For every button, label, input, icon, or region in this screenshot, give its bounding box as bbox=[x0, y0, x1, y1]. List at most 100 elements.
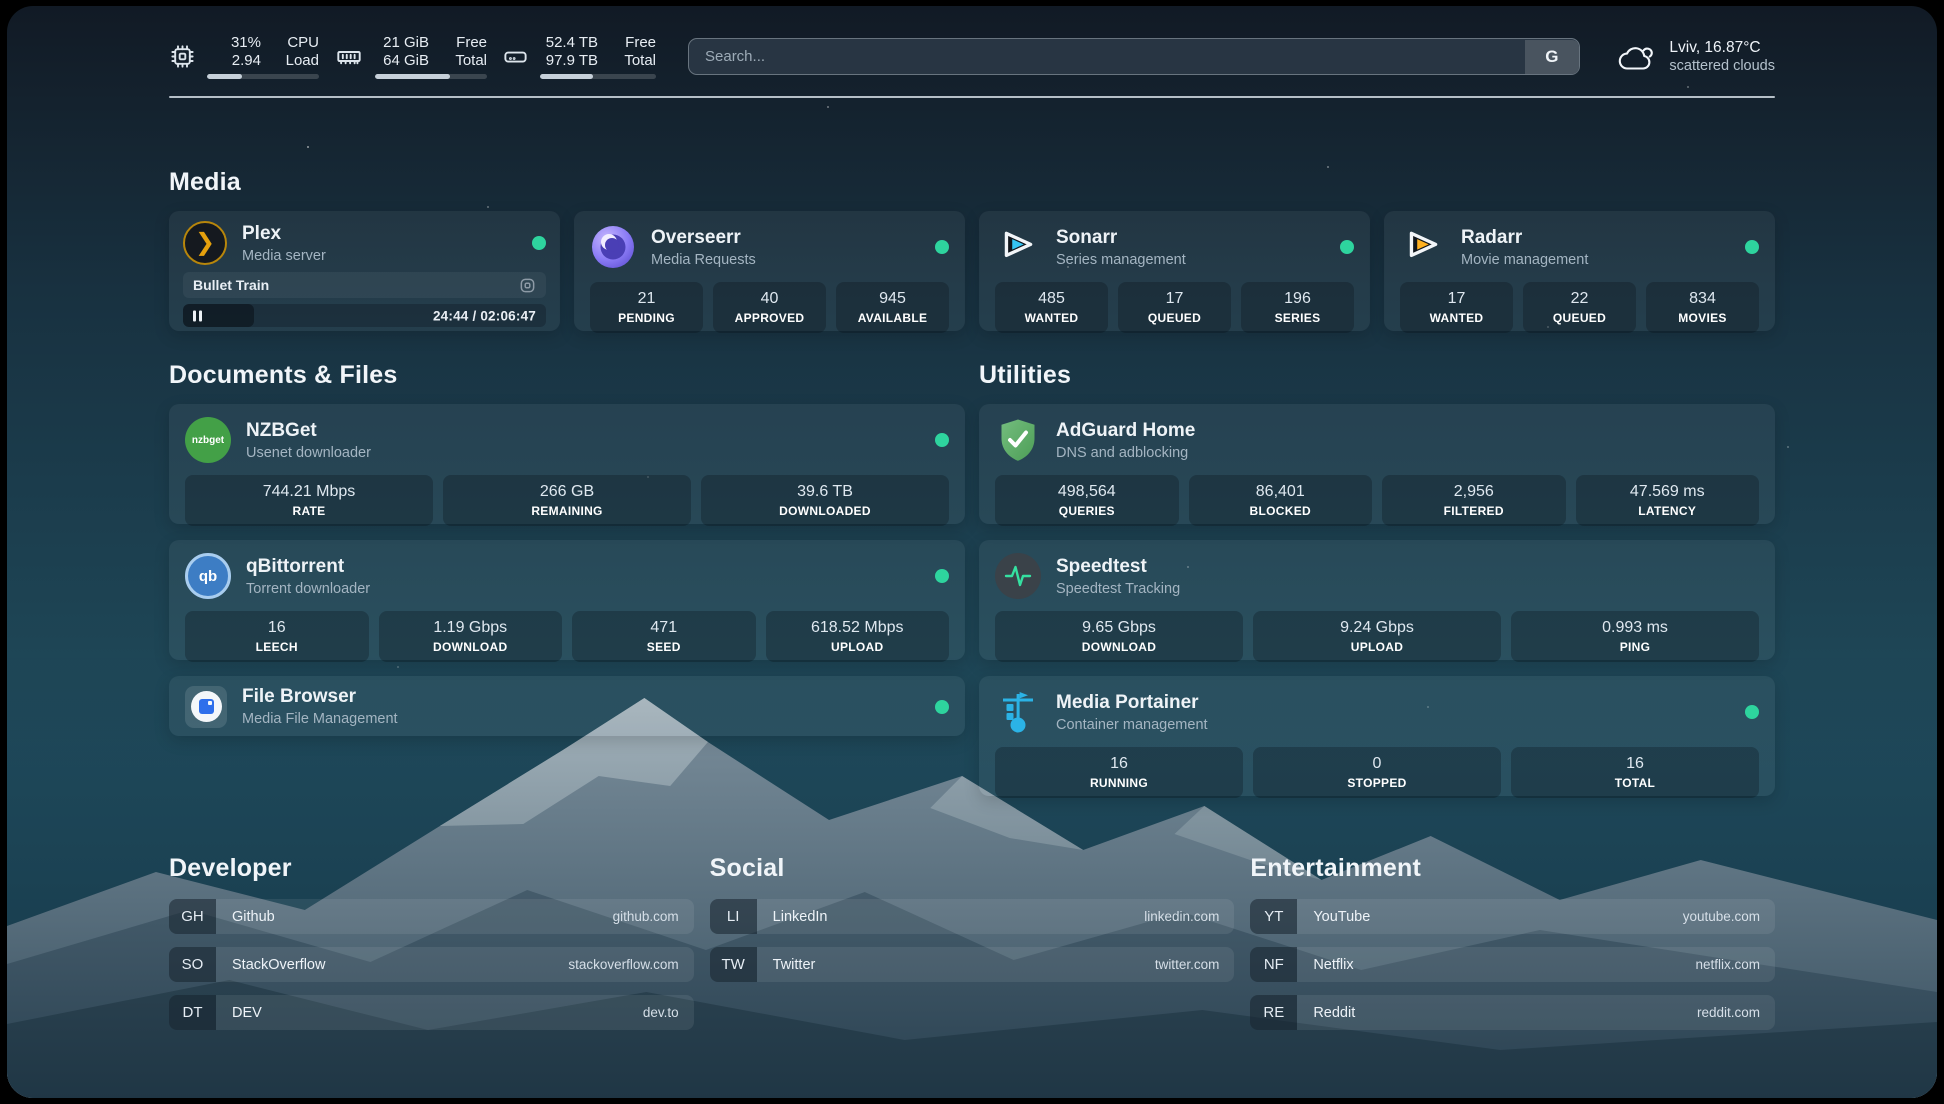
bookmark-url: dev.to bbox=[643, 1005, 679, 1020]
bookmark-url: stackoverflow.com bbox=[568, 957, 678, 972]
bookmark-abbr: YT bbox=[1250, 899, 1297, 934]
nzbget-icon: nzbget bbox=[185, 417, 231, 463]
bookmark-abbr: DT bbox=[169, 995, 216, 1030]
service-title: File Browser bbox=[242, 685, 398, 708]
bookmark-label: Github bbox=[232, 909, 275, 925]
stat-ping: 0.993 ms PING bbox=[1511, 611, 1759, 662]
bookmark-dev[interactable]: DT DEV dev.to bbox=[169, 995, 694, 1030]
section-title-social: Social bbox=[710, 854, 1235, 883]
stat-queries: 498,564 QUERIES bbox=[995, 475, 1179, 526]
service-subtitle: Series management bbox=[1056, 251, 1186, 269]
media-card-row: ❯ Plex Media server Bullet Train bbox=[169, 211, 1775, 331]
weather-widget[interactable]: Lviv, 16.87°C scattered clouds bbox=[1616, 38, 1775, 75]
bookmark-abbr: RE bbox=[1250, 995, 1297, 1030]
service-title: AdGuard Home bbox=[1056, 419, 1195, 442]
service-card-filebrowser[interactable]: File Browser Media File Management bbox=[169, 676, 965, 736]
bookmark-abbr: GH bbox=[169, 899, 216, 934]
now-playing-row: Bullet Train bbox=[183, 272, 546, 298]
pause-icon[interactable] bbox=[193, 310, 202, 321]
status-online-dot bbox=[1745, 705, 1759, 719]
status-online-dot bbox=[532, 236, 546, 250]
status-online-dot bbox=[935, 700, 949, 714]
stat-filtered: 2,956 FILTERED bbox=[1382, 475, 1566, 526]
stat-approved: 40 APPROVED bbox=[713, 282, 826, 333]
bookmark-abbr: LI bbox=[710, 899, 757, 934]
stat-rate: 744.21 Mbps RATE bbox=[185, 475, 433, 526]
bookmark-stackoverflow[interactable]: SO StackOverflow stackoverflow.com bbox=[169, 947, 694, 982]
bookmark-label: Netflix bbox=[1313, 957, 1353, 973]
service-card-nzbget[interactable]: nzbget NZBGet Usenet downloader 744.21 M… bbox=[169, 404, 965, 524]
stat-queued: 17 QUEUED bbox=[1118, 282, 1231, 333]
service-title: Speedtest bbox=[1056, 555, 1180, 578]
stat-seed: 471 SEED bbox=[572, 611, 756, 662]
search-input[interactable] bbox=[688, 38, 1580, 75]
section-title-utilities: Utilities bbox=[979, 361, 1775, 390]
service-card-qbittorrent[interactable]: qb qBittorrent Torrent downloader 16 bbox=[169, 540, 965, 660]
memory-free-label: Free bbox=[456, 34, 487, 51]
memory-total-label: Total bbox=[455, 52, 487, 69]
service-card-adguard[interactable]: AdGuard Home DNS and adblocking 498,564 … bbox=[979, 404, 1775, 524]
bookmark-youtube[interactable]: YT YouTube youtube.com bbox=[1250, 899, 1775, 934]
service-subtitle: Media server bbox=[242, 247, 326, 265]
bookmark-netflix[interactable]: NF Netflix netflix.com bbox=[1250, 947, 1775, 982]
cpu-icon bbox=[169, 43, 196, 70]
bookmark-url: linkedin.com bbox=[1144, 909, 1219, 924]
camera-icon bbox=[519, 277, 536, 294]
section-title-developer: Developer bbox=[169, 854, 694, 883]
service-subtitle: Usenet downloader bbox=[246, 444, 371, 462]
cloud-icon bbox=[1616, 40, 1656, 74]
stat-queued: 22 QUEUED bbox=[1523, 282, 1636, 333]
stat-leech: 16 LEECH bbox=[185, 611, 369, 662]
service-card-radarr[interactable]: Radarr Movie management 17 WANTED 22 QUE… bbox=[1384, 211, 1775, 331]
status-online-dot bbox=[1745, 240, 1759, 254]
service-title: Media Portainer bbox=[1056, 691, 1208, 714]
stat-movies: 834 MOVIES bbox=[1646, 282, 1759, 333]
filebrowser-icon bbox=[185, 686, 227, 728]
stat-download: 1.19 Gbps DOWNLOAD bbox=[379, 611, 563, 662]
service-card-portainer[interactable]: Media Portainer Container management 16 … bbox=[979, 676, 1775, 796]
memory-stat: 21 GiB 64 GiB Free Total bbox=[334, 34, 487, 79]
service-card-plex[interactable]: ❯ Plex Media server Bullet Train bbox=[169, 211, 560, 331]
status-online-dot bbox=[1340, 240, 1354, 254]
bookmark-url: youtube.com bbox=[1683, 909, 1760, 924]
utilities-column: Utilities bbox=[979, 361, 1775, 796]
service-card-sonarr[interactable]: Sonarr Series management 485 WANTED 17 Q… bbox=[979, 211, 1370, 331]
playback-time: 24:44 / 02:06:47 bbox=[433, 308, 536, 323]
service-subtitle: Media File Management bbox=[242, 710, 398, 728]
portainer-icon bbox=[995, 689, 1041, 735]
disk-total-value: 97.9 TB bbox=[546, 52, 598, 69]
disk-free-label: Free bbox=[625, 34, 656, 51]
bookmark-twitter[interactable]: TW Twitter twitter.com bbox=[710, 947, 1235, 982]
service-title: Radarr bbox=[1461, 226, 1588, 249]
service-subtitle: Movie management bbox=[1461, 251, 1588, 269]
service-title: qBittorrent bbox=[246, 555, 370, 578]
bookmark-github[interactable]: GH Github github.com bbox=[169, 899, 694, 934]
service-card-speedtest[interactable]: Speedtest Speedtest Tracking 9.65 Gbps D… bbox=[979, 540, 1775, 660]
adguard-icon bbox=[995, 417, 1041, 463]
top-bar: 31% 2.94 CPU Load bbox=[169, 6, 1775, 79]
bookmark-reddit[interactable]: RE Reddit reddit.com bbox=[1250, 995, 1775, 1030]
stat-latency: 47.569 ms LATENCY bbox=[1576, 475, 1760, 526]
stat-running: 16 RUNNING bbox=[995, 747, 1243, 798]
section-title-documents-files: Documents & Files bbox=[169, 361, 965, 390]
stat-stopped: 0 STOPPED bbox=[1253, 747, 1501, 798]
cpu-stat: 31% 2.94 CPU Load bbox=[169, 34, 319, 79]
bookmarks-developer: Developer GH Github github.com SO StackO… bbox=[169, 854, 694, 1030]
status-online-dot bbox=[935, 240, 949, 254]
bookmark-url: netflix.com bbox=[1695, 957, 1760, 972]
system-stats: 31% 2.94 CPU Load bbox=[169, 34, 656, 79]
cpu-usage-label: CPU bbox=[287, 34, 319, 51]
search-provider-button[interactable]: G bbox=[1525, 40, 1579, 74]
bookmark-abbr: TW bbox=[710, 947, 757, 982]
search-bar: G bbox=[688, 38, 1580, 75]
bookmark-label: DEV bbox=[232, 1005, 262, 1021]
service-subtitle: Speedtest Tracking bbox=[1056, 580, 1180, 598]
playback-progress-bar[interactable]: 24:44 / 02:06:47 bbox=[183, 304, 546, 327]
bookmark-label: Twitter bbox=[773, 957, 816, 973]
service-title: Plex bbox=[242, 222, 326, 245]
section-title-media: Media bbox=[169, 168, 1775, 197]
service-card-overseerr[interactable]: Overseerr Media Requests 21 PENDING 40 A… bbox=[574, 211, 965, 331]
stat-downloaded: 39.6 TB DOWNLOADED bbox=[701, 475, 949, 526]
disk-stat: 52.4 TB 97.9 TB Free Total bbox=[502, 34, 656, 79]
bookmark-linkedin[interactable]: LI LinkedIn linkedin.com bbox=[710, 899, 1235, 934]
